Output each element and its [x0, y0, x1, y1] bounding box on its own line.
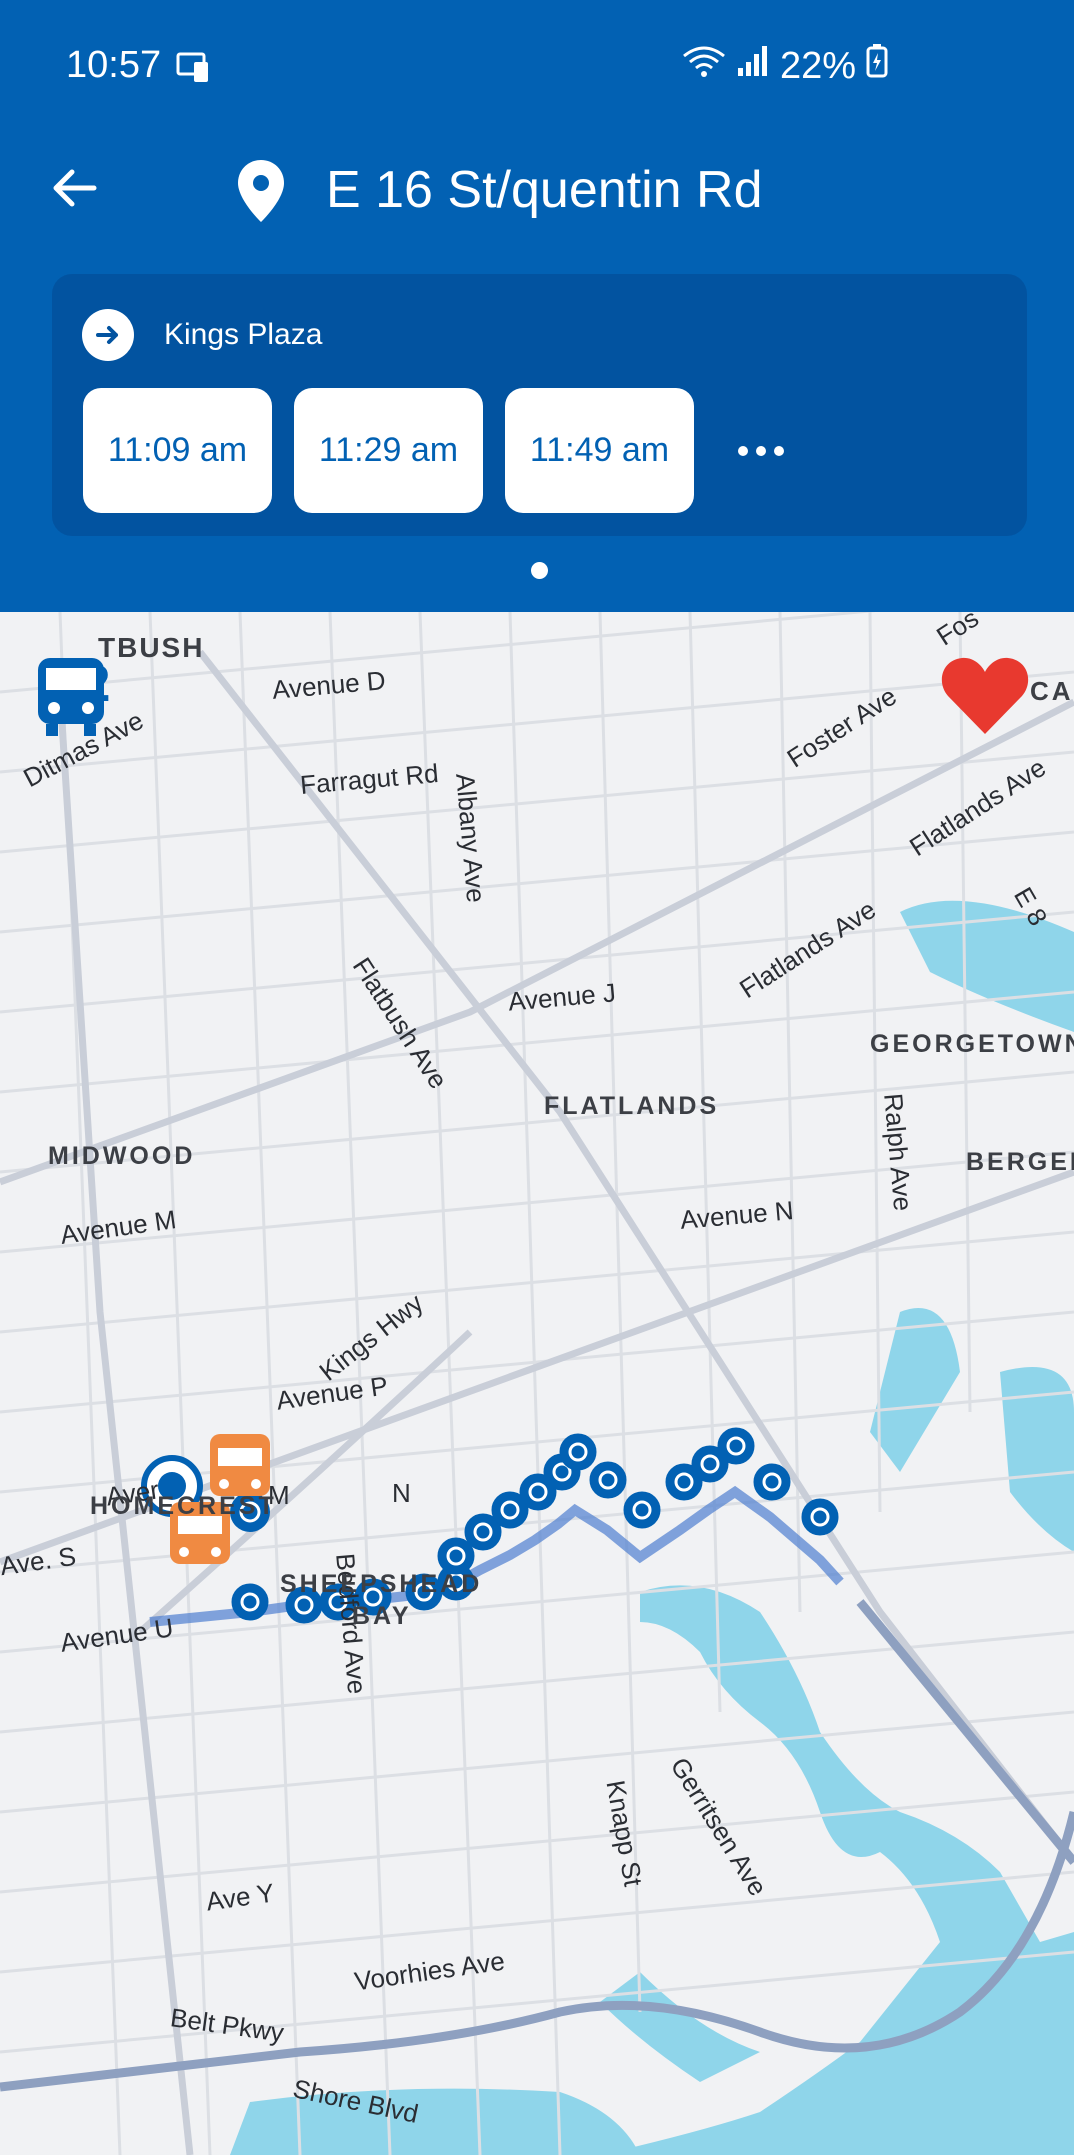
departure-card: Kings Plaza 11:09 am 11:29 am 11:49 am [52, 274, 1027, 536]
route-badge: B2 [34, 654, 110, 736]
status-right: 22% [682, 44, 888, 88]
battery-charging-icon [866, 44, 888, 88]
arrow-left-icon[interactable] [48, 160, 104, 216]
route-map[interactable]: TBUSH Avenue D Ditmas Ave Farragut Rd Al… [0, 612, 1074, 2155]
status-bar: 10:57 22% [0, 0, 1074, 130]
route-stop [589, 1461, 627, 1499]
district-label: BAY [352, 1602, 412, 1630]
page-title: E 16 St/quentin Rd [326, 161, 763, 219]
heart-icon[interactable] [940, 654, 1030, 738]
top-bar: E 16 St/quentin Rd [0, 150, 1074, 230]
street-label: CA [1030, 676, 1074, 706]
route-stop [623, 1491, 661, 1529]
more-horizontal-icon[interactable] [716, 388, 806, 513]
route-stop [753, 1463, 791, 1501]
departure-times: 11:09 am 11:29 am 11:49 am [83, 388, 806, 513]
route-stop [717, 1427, 755, 1465]
status-time: 10:57 [66, 44, 162, 86]
district-label: MIDWOOD [48, 1142, 196, 1170]
map-pin-icon [236, 158, 286, 224]
page-indicator-dot [531, 562, 548, 579]
cast-icon [176, 52, 212, 89]
destination-label: Kings Plaza [164, 318, 323, 351]
destination-row[interactable]: Kings Plaza [82, 308, 322, 362]
route-stop [559, 1433, 597, 1471]
street-label: TBUSH [98, 632, 205, 663]
departure-time-button[interactable]: 11:29 am [294, 388, 483, 513]
district-label: FLATLANDS [544, 1092, 720, 1120]
street-label: N [392, 1478, 411, 1508]
bus-vehicle-icon [210, 1434, 270, 1496]
app-header: 10:57 22% E 16 St/quentin Rd Kings Plaza… [0, 0, 1074, 612]
district-label: GEORGETOWN [870, 1030, 1074, 1058]
wifi-icon [682, 44, 726, 88]
departure-time-button[interactable]: 11:09 am [83, 388, 272, 513]
district-label: HOMECREST [90, 1492, 277, 1520]
district-label: BERGEN [966, 1148, 1074, 1176]
departure-time-button[interactable]: 11:49 am [505, 388, 694, 513]
route-stop [231, 1583, 269, 1621]
signal-icon [736, 44, 770, 88]
battery-level: 22% [779, 44, 856, 87]
route-stop [801, 1498, 839, 1536]
district-label: SHEEPSHEAD [280, 1570, 483, 1598]
arrow-right-circle-icon [82, 309, 134, 361]
